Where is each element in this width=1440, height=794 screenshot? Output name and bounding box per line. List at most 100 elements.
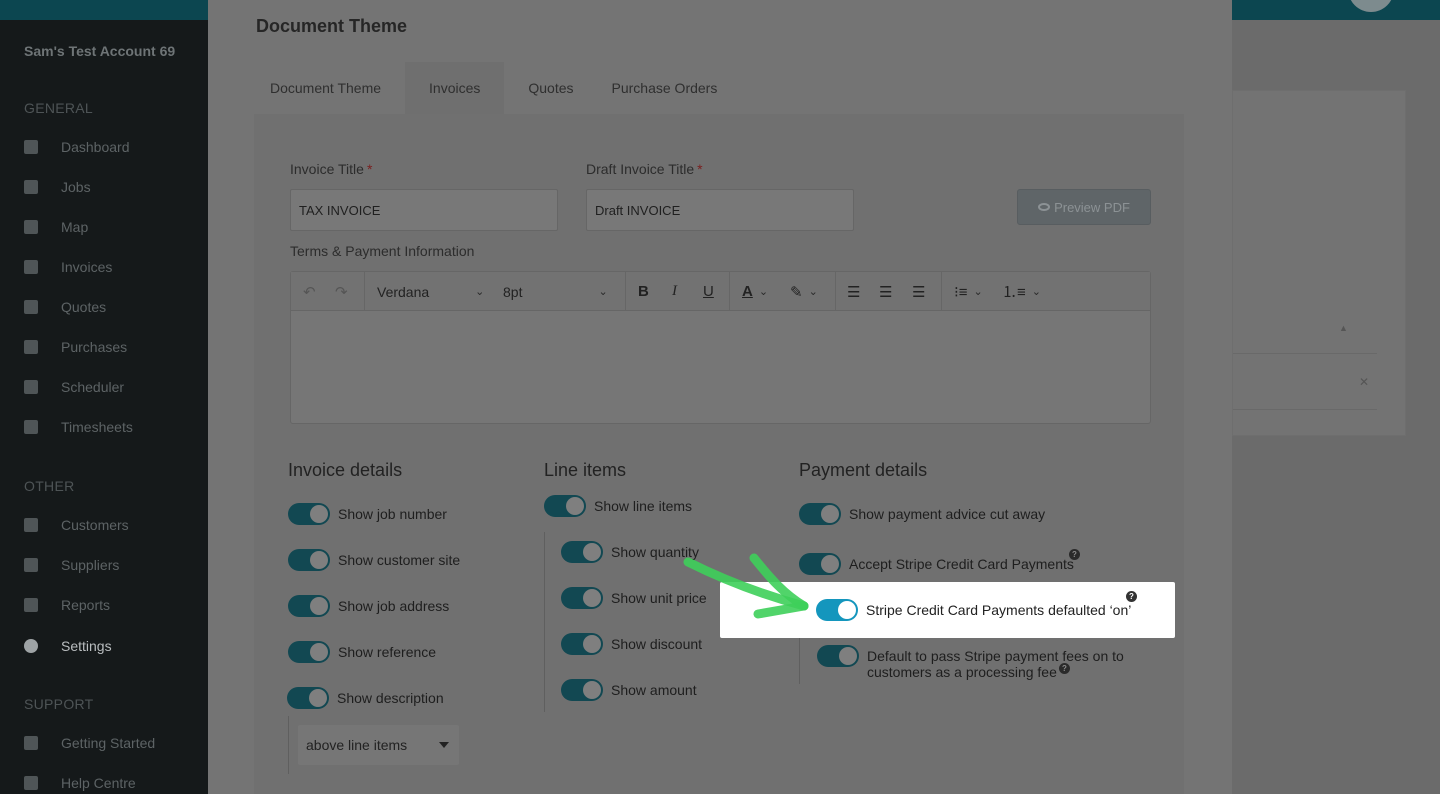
preview-pdf-button[interactable]: Preview PDF [1017, 189, 1151, 225]
sidebar-item-timesheets[interactable]: Timesheets [24, 417, 133, 437]
tab-invoices[interactable]: Invoices [405, 62, 505, 114]
sidebar-item-customers[interactable]: Customers [24, 515, 129, 535]
sidebar-item-getting-started[interactable]: Getting Started [24, 733, 155, 753]
gear-icon [24, 639, 38, 653]
toggle-show-customer-site[interactable] [288, 549, 330, 571]
draft-invoice-title-input[interactable] [586, 189, 854, 231]
toggle-stripe-default-on[interactable] [816, 599, 858, 621]
toggle-show-amount[interactable] [561, 679, 603, 701]
numbered-list-button[interactable]: ⒈≡ ⌄ [1002, 272, 1041, 311]
payment-details-heading: Payment details [799, 460, 928, 480]
select-value: above line items [306, 737, 408, 753]
avatar[interactable] [1348, 0, 1394, 12]
bullet-list-button[interactable]: ⁝≡ ⌄ [954, 272, 983, 311]
toggle-label: Show amount [611, 682, 697, 698]
undo-icon[interactable]: ↶ [303, 272, 316, 311]
sidebar-item-help-centre[interactable]: Help Centre [24, 773, 136, 793]
invoice-icon [24, 260, 38, 274]
close-icon: ✕ [1359, 375, 1370, 389]
numbered-list-icon: ⒈≡ [1002, 284, 1026, 301]
sidebar-item-label: Purchases [61, 339, 128, 355]
sidebar-item-jobs[interactable]: Jobs [24, 177, 91, 197]
account-name[interactable]: Sam's Test Account 69 [24, 43, 175, 59]
required-mark: * [697, 161, 703, 177]
label-line: Default to pass Stripe payment fees on t… [867, 648, 1124, 664]
bullet-list-icon: ⁝≡ [954, 283, 968, 301]
toggle-label: Show reference [338, 644, 437, 660]
divider [729, 272, 730, 311]
book-icon [24, 776, 38, 790]
toggle-show-unit-price[interactable] [561, 587, 603, 609]
underline-button[interactable]: U [703, 272, 714, 311]
text-color-button[interactable]: A ⌄ [742, 272, 768, 311]
sidebar-item-map[interactable]: Map [24, 217, 88, 237]
help-icon[interactable]: ? [1126, 591, 1137, 602]
sidebar-item-label: Reports [61, 597, 111, 613]
toggle-label: Show discount [611, 636, 703, 652]
toggle-show-job-number[interactable] [288, 503, 330, 525]
toggle-label: Show description [337, 690, 444, 706]
sidebar-item-dashboard[interactable]: Dashboard [24, 137, 130, 157]
align-left-icon[interactable]: ☰ [847, 272, 860, 311]
toggle-show-line-items[interactable] [544, 495, 586, 517]
tab-quotes[interactable]: Quotes [514, 62, 587, 114]
help-icon[interactable]: ? [1069, 549, 1080, 560]
truck-icon [24, 558, 38, 572]
modal-title: Document Theme [256, 16, 408, 36]
sidebar-item-label: Help Centre [61, 775, 136, 791]
align-center-icon[interactable]: ☰ [879, 272, 892, 311]
editor-toolbar: ↶ ↷ Verdana ⌄ 8pt ⌄ B I U A ⌄ ✎ ⌄ ☰ ☰ ☰ ⁝≡ ⌄ … [291, 272, 1150, 311]
sidebar-item-reports[interactable]: Reports [24, 595, 110, 615]
toggle-label: Show job address [338, 598, 450, 614]
sidebar-item-label: Jobs [61, 179, 91, 195]
toggle-show-reference[interactable] [288, 641, 330, 663]
font-size-select[interactable]: 8pt ⌄ [503, 272, 608, 311]
toggle-label: Show customer site [338, 552, 461, 568]
chevron-down-icon: ⌄ [808, 286, 818, 298]
sidebar-item-suppliers[interactable]: Suppliers [24, 555, 119, 575]
tab-purchase-orders[interactable]: Purchase Orders [598, 62, 732, 114]
toggle-show-quantity[interactable] [561, 541, 603, 563]
sidebar-item-label: Timesheets [61, 419, 133, 435]
calculator-icon [24, 300, 38, 314]
sidebar-item-quotes[interactable]: Quotes [24, 297, 106, 317]
toggle-show-description[interactable] [287, 687, 329, 709]
sidebar-item-scheduler[interactable]: Scheduler [24, 377, 124, 397]
chevron-down-icon: ⌄ [598, 286, 608, 298]
bold-button[interactable]: B [638, 272, 649, 311]
divider [1233, 409, 1377, 410]
pie-chart-icon [24, 598, 38, 612]
tab-document-theme[interactable]: Document Theme [256, 62, 395, 114]
calendar-icon [24, 380, 38, 394]
chevron-down-icon: ⌄ [475, 286, 485, 298]
toggle-label: Show payment advice cut away [849, 506, 1046, 522]
description-position-select[interactable]: above line items [298, 725, 459, 765]
invoice-title-input[interactable] [290, 189, 558, 231]
help-icon[interactable]: ? [1059, 663, 1070, 674]
divider [941, 272, 942, 311]
sidebar-item-invoices[interactable]: Invoices [24, 257, 112, 277]
text-color-icon: A [742, 283, 753, 300]
chevron-down-icon: ⌄ [1031, 286, 1041, 298]
italic-button[interactable]: I [672, 272, 677, 311]
background-card: ▲ ✕ [1232, 90, 1406, 436]
annotation-arrow-icon [683, 553, 809, 619]
label-text: Draft Invoice Title [586, 161, 695, 177]
terms-editor[interactable]: ↶ ↷ Verdana ⌄ 8pt ⌄ B I U A ⌄ ✎ ⌄ ☰ ☰ ☰ ⁝≡ ⌄ … [290, 271, 1151, 424]
sidebar-item-settings[interactable]: Settings [24, 636, 112, 656]
eye-icon [1038, 203, 1051, 211]
font-family-select[interactable]: Verdana ⌄ [377, 272, 484, 311]
required-mark: * [366, 161, 373, 177]
toggle-show-discount[interactable] [561, 633, 603, 655]
redo-icon[interactable]: ↷ [335, 272, 348, 311]
toggle-show-payment-advice[interactable] [799, 503, 841, 525]
sidebar-item-purchases[interactable]: Purchases [24, 337, 127, 357]
toggle-label: Accept Stripe Credit Card Payments [849, 556, 1074, 572]
toggle-pass-stripe-fees[interactable] [817, 645, 859, 667]
toggle-show-job-address[interactable] [288, 595, 330, 617]
hand-pointer-icon [24, 736, 38, 750]
divider [625, 272, 626, 311]
highlight-color-button[interactable]: ✎ ⌄ [790, 272, 818, 311]
align-right-icon[interactable]: ☰ [912, 272, 925, 311]
toggle-label: Show job number [338, 506, 447, 522]
